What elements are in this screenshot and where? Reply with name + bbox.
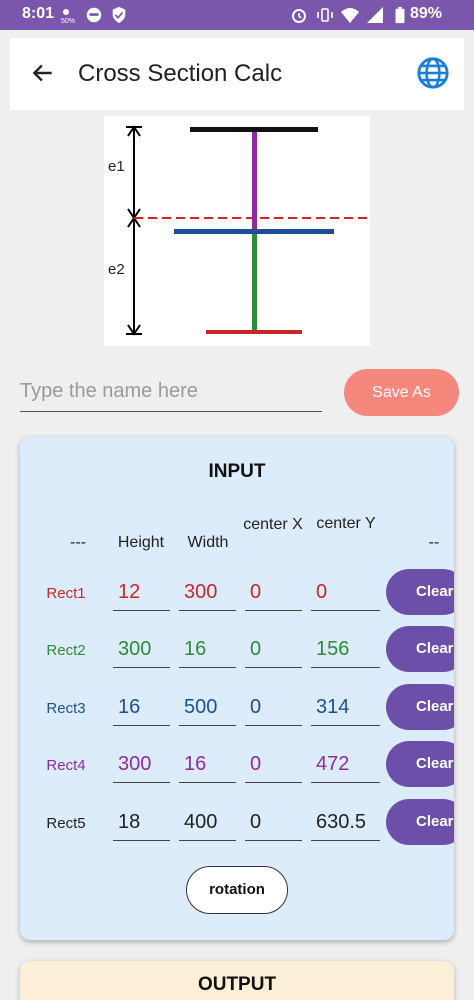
cross-section-diagram: e1 e2 [104,116,370,346]
wifi-icon [341,8,359,23]
input-card: INPUT --- Height Width center X center Y… [20,437,454,940]
rect1-clear-button[interactable]: Clear [386,569,454,615]
header-center-y: center Y [316,515,376,532]
signal-icon [367,7,383,23]
rect5-center-x-input[interactable]: 0 [245,805,302,841]
row-label-rect1: Rect1 [46,585,86,602]
header-last: -- [428,534,440,551]
status-bar: 8:01 50% 89% [0,0,474,30]
rect5-clear-button[interactable]: Clear [386,799,454,845]
rect5-center-y-input[interactable]: 630.5 [311,805,380,841]
name-input[interactable] [20,376,322,412]
rect2-height-input[interactable]: 300 [113,632,170,668]
header-width: Width [187,534,229,551]
rect2-clear-button[interactable]: Clear [386,626,454,672]
rect3-center-y-input[interactable]: 314 [311,690,380,726]
rect3-clear-button[interactable]: Clear [386,684,454,730]
rect4-center-x-input[interactable]: 0 [245,747,302,783]
save-as-button[interactable]: Save As [344,369,459,416]
rect3-height-input[interactable]: 16 [113,690,170,726]
rect3-width-input[interactable]: 500 [179,690,236,726]
page-title: Cross Section Calc [78,60,283,87]
input-title: INPUT [208,461,266,482]
globe-icon[interactable] [416,56,450,90]
row-label-rect2: Rect2 [46,642,86,659]
rect4-width-input[interactable]: 16 [179,747,236,783]
rotation-button[interactable]: rotation [186,866,288,914]
rect5-height-input[interactable]: 18 [113,805,170,841]
rect3-center-x-input[interactable]: 0 [245,690,302,726]
svg-text:50%: 50% [61,18,75,24]
rect2-width-input[interactable]: 16 [179,632,236,668]
header-center-x: center X [243,516,303,533]
rect1-center-y-input[interactable]: 0 [311,575,380,611]
rect5-width-input[interactable]: 400 [179,805,236,841]
e2-label: e2 [108,261,125,278]
rect2-center-x-input[interactable]: 0 [245,632,302,668]
status-time: 8:01 [22,5,55,22]
arrow-back-icon[interactable] [30,60,56,86]
battery-percent: 89% [409,5,442,22]
output-title: OUTPUT [197,974,277,995]
weather-icon: 50% [61,9,75,24]
row-label-rect4: Rect4 [46,757,86,774]
rect1-width-input[interactable]: 300 [179,575,236,611]
row-label-rect3: Rect3 [46,700,86,717]
e1-label: e1 [108,158,125,175]
rect4-clear-button[interactable]: Clear [386,741,454,787]
rect4-center-y-input[interactable]: 472 [311,747,380,783]
app-bar: Cross Section Calc [10,38,464,110]
rect4-height-input[interactable]: 300 [113,747,170,783]
vibrate-icon [317,8,333,22]
cross-section-drawing [126,125,368,336]
header-height: Height [117,534,165,551]
rect1-center-x-input[interactable]: 0 [245,575,302,611]
battery-icon [395,6,405,24]
alarm-icon [292,9,306,23]
header-index: --- [70,534,86,551]
row-label-rect5: Rect5 [46,815,86,832]
messaging-icon [86,7,102,23]
rect2-center-y-input[interactable]: 156 [311,632,380,668]
shield-check-icon [112,6,126,24]
output-card: OUTPUT [20,961,454,1000]
rect1-height-input[interactable]: 12 [113,575,170,611]
